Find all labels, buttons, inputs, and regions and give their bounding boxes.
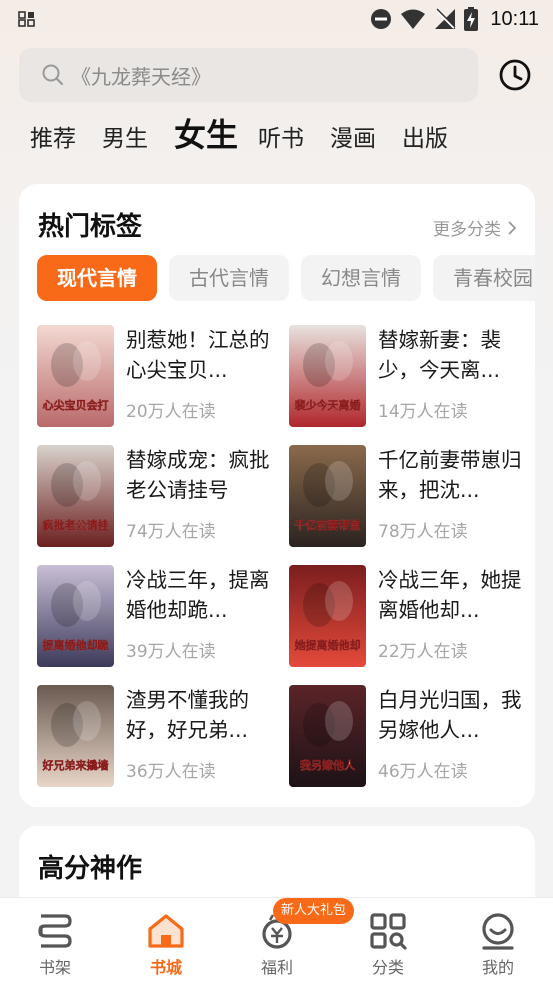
bookshelf-icon bbox=[38, 914, 72, 948]
book-readers: 74万人在读 bbox=[126, 522, 216, 542]
tag-list: 现代言情 古代言情 幻想言情 青春校园 bbox=[37, 255, 535, 301]
tag-modern-romance[interactable]: 现代言情 bbox=[37, 255, 157, 301]
chevron-right-icon bbox=[508, 220, 517, 235]
book-cover: 她提离婚他却 bbox=[289, 565, 366, 667]
book-title: 替嫁成宠：疯批老公请挂号 bbox=[126, 448, 270, 502]
new-user-gift-badge[interactable]: 新人大礼包 bbox=[273, 898, 355, 924]
book-cover: 疯批老公请挂 bbox=[37, 445, 114, 547]
tab-female[interactable]: 女生 bbox=[174, 110, 238, 168]
book-readers: 22万人在读 bbox=[378, 642, 468, 662]
search-icon bbox=[42, 64, 64, 86]
tab-comics[interactable]: 漫画 bbox=[330, 114, 376, 168]
nav-category-label: 分类 bbox=[371, 958, 404, 977]
book-item[interactable]: 好兄弟来撬墙 渣男不懂我的好，好兄弟... 36万人在读 bbox=[37, 685, 277, 787]
book-readers: 39万人在读 bbox=[126, 642, 216, 662]
book-title: 渣男不懂我的好，好兄弟... bbox=[126, 688, 249, 742]
tab-recommend[interactable]: 推荐 bbox=[30, 114, 76, 168]
book-readers: 14万人在读 bbox=[378, 402, 468, 422]
book-item[interactable]: 千亿前妻带崽 千亿前妻带崽归来，把沈... 78万人在读 bbox=[289, 445, 529, 547]
book-item[interactable]: 心尖宝贝会打 别惹她！江总的心尖宝贝... 20万人在读 bbox=[37, 325, 277, 427]
book-readers: 36万人在读 bbox=[126, 762, 216, 782]
clock: 10:11 bbox=[490, 7, 539, 30]
tag-fantasy-romance[interactable]: 幻想言情 bbox=[301, 255, 421, 301]
nav-profile[interactable]: 我的 bbox=[458, 898, 538, 983]
category-icon bbox=[370, 913, 407, 950]
cover-title-art: 我另嫁他人 bbox=[300, 758, 356, 772]
book-item[interactable]: 疯批老公请挂 替嫁成宠：疯批老公请挂号 74万人在读 bbox=[37, 445, 277, 547]
cover-title-art: 她提离婚他却 bbox=[295, 638, 361, 652]
search-input[interactable]: 《九龙葬天经》 bbox=[19, 48, 478, 102]
tab-audiobook[interactable]: 听书 bbox=[258, 114, 304, 168]
cover-title-art: 心尖宝贝会打 bbox=[43, 398, 109, 412]
book-cover: 裴少今天离婚 bbox=[289, 325, 366, 427]
nav-bookstore-label: 书城 bbox=[149, 958, 182, 977]
book-title: 冷战三年，提离婚他却跪... bbox=[126, 568, 270, 622]
tab-publishing[interactable]: 出版 bbox=[402, 114, 448, 168]
app-grid-icon bbox=[18, 11, 35, 27]
book-cover: 好兄弟来撬墙 bbox=[37, 685, 114, 787]
book-cover: 千亿前妻带崽 bbox=[289, 445, 366, 547]
book-readers: 20万人在读 bbox=[126, 402, 216, 422]
hot-tags-card: 热门标签 更多分类 现代言情 古代言情 幻想言情 青春校园 心尖宝贝会打 别惹她！江总… bbox=[19, 184, 535, 807]
more-categories-link[interactable]: 更多分类 bbox=[433, 215, 517, 240]
nav-bookstore[interactable]: 书城 bbox=[126, 898, 206, 983]
book-cover: 心尖宝贝会打 bbox=[37, 325, 114, 427]
cover-title-art: 提离婚他却跪 bbox=[43, 638, 109, 652]
wifi-icon bbox=[401, 9, 426, 29]
book-item[interactable]: 提离婚他却跪 冷战三年，提离婚他却跪... 39万人在读 bbox=[37, 565, 277, 667]
book-item[interactable]: 我另嫁他人 白月光归国，我另嫁他人... 46万人在读 bbox=[289, 685, 529, 787]
high-score-title: 高分神作 bbox=[38, 854, 143, 884]
nav-bookshelf[interactable]: 书架 bbox=[15, 898, 95, 983]
status-bar: 10:11 bbox=[0, 0, 553, 38]
book-item[interactable]: 她提离婚他却 冷战三年，她提离婚他却... 22万人在读 bbox=[289, 565, 529, 667]
cover-title-art: 千亿前妻带崽 bbox=[295, 518, 361, 532]
nav-welfare-label: 福利 bbox=[260, 958, 293, 977]
book-cover: 我另嫁他人 bbox=[289, 685, 366, 787]
more-categories-label: 更多分类 bbox=[433, 220, 501, 240]
no-signal-icon bbox=[435, 8, 456, 29]
tag-ancient-romance[interactable]: 古代言情 bbox=[169, 255, 289, 301]
cover-title-art: 裴少今天离婚 bbox=[295, 398, 361, 412]
tag-youth-campus[interactable]: 青春校园 bbox=[433, 255, 535, 301]
channel-tabs: 推荐 男生 女生 听书 漫画 出版 bbox=[30, 116, 474, 168]
nav-bookshelf-label: 书架 bbox=[38, 958, 71, 977]
book-title: 冷战三年，她提离婚他却... bbox=[378, 568, 522, 622]
profile-icon bbox=[482, 913, 514, 950]
book-readers: 46万人在读 bbox=[378, 762, 468, 782]
book-item[interactable]: 裴少今天离婚 替嫁新妻：裴少，今天离... 14万人在读 bbox=[289, 325, 529, 427]
bookstore-icon bbox=[148, 914, 184, 948]
search-placeholder: 《九龙葬天经》 bbox=[71, 64, 211, 89]
book-title: 千亿前妻带崽归来，把沈... bbox=[378, 448, 522, 502]
hot-tags-title: 热门标签 bbox=[38, 212, 143, 242]
nav-category[interactable]: 分类 bbox=[348, 898, 428, 983]
book-title: 替嫁新妻：裴少，今天离... bbox=[378, 328, 501, 382]
book-readers: 78万人在读 bbox=[378, 522, 468, 542]
cover-title-art: 好兄弟来撬墙 bbox=[42, 758, 109, 772]
battery-charging-icon bbox=[464, 7, 479, 31]
book-title: 白月光归国，我另嫁他人... bbox=[378, 688, 522, 742]
do-not-disturb-icon bbox=[371, 9, 392, 29]
tab-male[interactable]: 男生 bbox=[102, 114, 148, 168]
book-cover: 提离婚他却跪 bbox=[37, 565, 114, 667]
nav-profile-label: 我的 bbox=[481, 958, 514, 977]
history-clock-icon[interactable] bbox=[497, 57, 533, 93]
book-title: 别惹她！江总的心尖宝贝... bbox=[126, 328, 270, 382]
cover-title-art: 疯批老公请挂 bbox=[43, 518, 109, 532]
